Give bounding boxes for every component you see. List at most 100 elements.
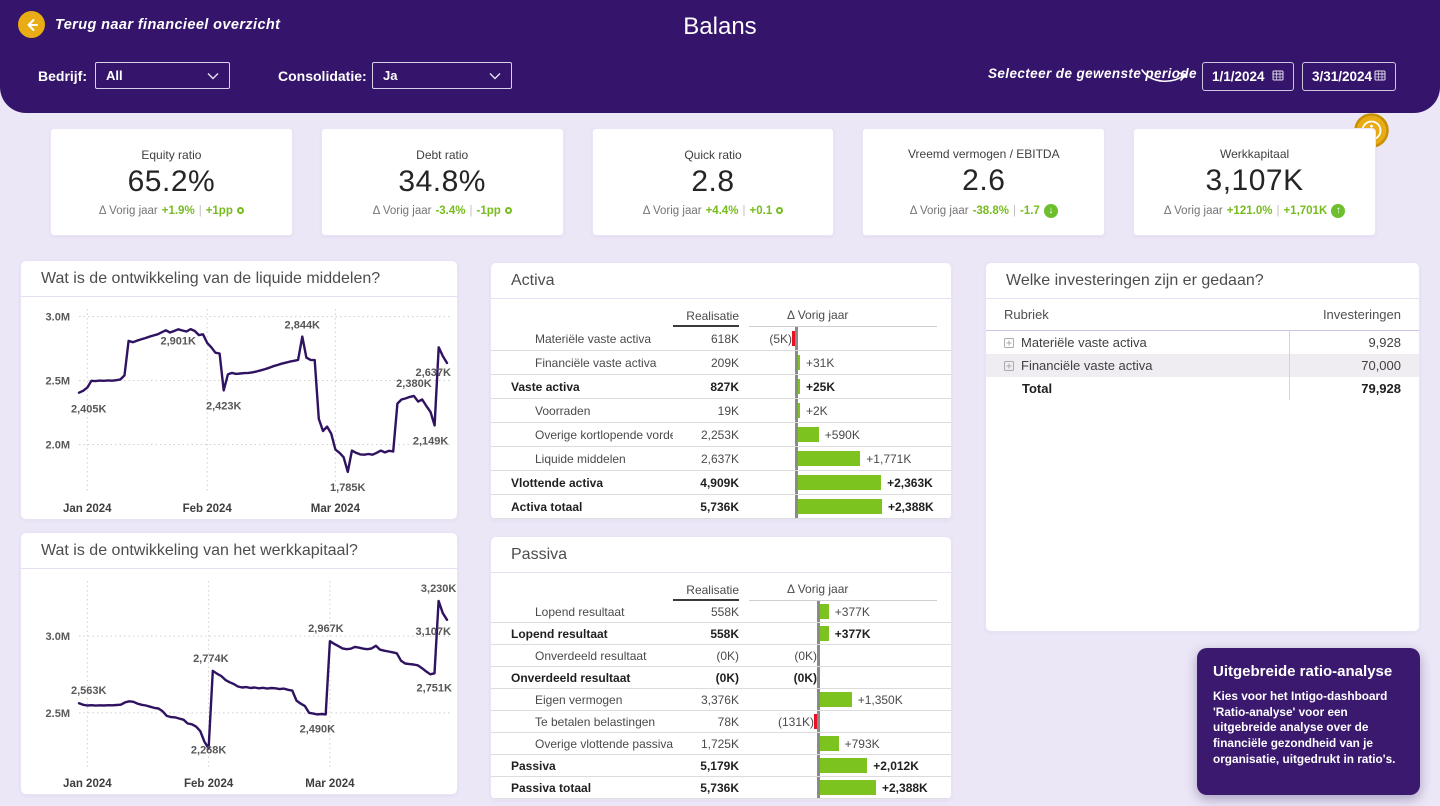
delta-bar	[798, 427, 819, 442]
calendar-icon	[1374, 69, 1386, 84]
svg-text:3,107K: 3,107K	[416, 626, 452, 638]
svg-text:2,405K: 2,405K	[71, 404, 107, 416]
invest-row[interactable]: Materiële vaste activa 9,928	[986, 331, 1419, 354]
row-label: Materiële vaste activa	[535, 331, 652, 346]
kpi-delta: Δ Vorig jaar +1.9% | +1pp	[99, 205, 244, 217]
liquidity-chart-title: Wat is de ontwikkeling van de liquide mi…	[21, 261, 457, 297]
table-row[interactable]: Materiële vaste activa 618K (5K)	[491, 327, 951, 351]
delta-value: +1,350K	[857, 692, 903, 707]
activa-title: Activa	[491, 263, 951, 299]
row-label: Overige kortlopende vordering...	[535, 427, 673, 442]
svg-text:2,844K: 2,844K	[285, 320, 321, 332]
bedrijf-dropdown[interactable]: All	[95, 62, 230, 89]
liquidity-chart-card: Wat is de ontwikkeling van de liquide mi…	[20, 260, 458, 520]
line-series	[77, 327, 449, 474]
table-header: Realisatie Δ Vorig jaar	[491, 575, 951, 601]
werkkapitaal-chart-card: Wat is de ontwikkeling van het werkkapit…	[20, 532, 458, 795]
ratio-analyse-tile[interactable]: Uitgebreide ratio-analyse Kies voor het …	[1197, 648, 1420, 795]
svg-text:1,785K: 1,785K	[330, 482, 366, 494]
row-label: Passiva totaal	[511, 780, 592, 795]
table-row[interactable]: Vaste activa 827K +25K	[491, 375, 951, 399]
table-row[interactable]: Lopend resultaat 558K +377K	[491, 623, 951, 645]
consolidatie-value: Ja	[383, 68, 398, 83]
svg-text:2,967K: 2,967K	[308, 623, 344, 635]
passiva-card: Passiva Realisatie Δ Vorig jaar Lopend r…	[490, 536, 952, 800]
svg-text:2,490K: 2,490K	[300, 723, 336, 735]
col-rubriek: Rubriek	[1004, 307, 1049, 322]
delta-bar	[798, 355, 800, 370]
table-row[interactable]: Liquide middelen 2,637K +1,771K	[491, 447, 951, 471]
table-row[interactable]: Overige vlottende passiva 1,725K +793K	[491, 733, 951, 755]
svg-text:Feb 2024: Feb 2024	[183, 503, 233, 515]
delta-value: +2,012K	[873, 758, 919, 773]
realisatie-value: 5,736K	[700, 780, 739, 795]
realisatie-value: (0K)	[716, 648, 739, 663]
table-row[interactable]: Lopend resultaat 558K +377K	[491, 601, 951, 623]
trend-ring-icon	[776, 207, 784, 214]
kpi-value: 65.2%	[127, 164, 216, 198]
table-row[interactable]: Financiële vaste activa 209K +31K	[491, 351, 951, 375]
table-row[interactable]: Overige kortlopende vordering... 2,253K …	[491, 423, 951, 447]
zero-axis	[817, 667, 820, 688]
zero-axis	[795, 327, 798, 350]
zero-axis	[817, 645, 820, 666]
svg-text:Jan 2024: Jan 2024	[63, 503, 112, 515]
kpi-value: 3,107K	[1205, 163, 1304, 197]
delta-value: +25K	[806, 379, 836, 394]
svg-text:3,230K: 3,230K	[421, 583, 457, 595]
svg-text:Jan 2024: Jan 2024	[63, 778, 112, 790]
kpi-title: Vreemd vermogen / EBITDA	[907, 146, 1060, 161]
period-start-value: 1/1/2024	[1212, 69, 1265, 84]
chevron-down-icon	[207, 68, 219, 83]
svg-text:2,268K: 2,268K	[191, 744, 227, 756]
row-label: Te betalen belastingen	[535, 714, 656, 729]
invest-row[interactable]: Financiële vaste activa 70,000	[986, 354, 1419, 377]
invest-row[interactable]: Total 79,928	[986, 377, 1419, 400]
svg-text:2.5M: 2.5M	[46, 376, 70, 388]
period-end-value: 3/31/2024	[1312, 69, 1373, 84]
realisatie-value: 209K	[710, 355, 739, 370]
row-label: Lopend resultaat	[511, 626, 608, 641]
delta-value: +377K	[834, 626, 871, 641]
expand-icon[interactable]	[1004, 337, 1014, 348]
delta-bar	[820, 736, 839, 751]
table-row[interactable]: Activa totaal 5,736K +2,388K	[491, 495, 951, 519]
period-start-input[interactable]: 1/1/2024	[1202, 62, 1294, 91]
kpi-value: 2.6	[962, 163, 1006, 197]
kpi-title: Werkkapitaal	[1220, 146, 1290, 161]
period-end-input[interactable]: 3/31/2024	[1302, 62, 1396, 91]
bedrijf-value: All	[106, 68, 123, 83]
table-row[interactable]: Eigen vermogen 3,376K +1,350K	[491, 689, 951, 711]
row-label: Vaste activa	[511, 379, 580, 394]
investeringen-header: Rubriek Investeringen	[986, 299, 1419, 331]
svg-text:2,423K: 2,423K	[206, 400, 242, 412]
delta-value: +2,388K	[888, 499, 934, 514]
table-row[interactable]: Vlottende activa 4,909K +2,363K	[491, 471, 951, 495]
delta-bar	[798, 403, 800, 418]
svg-text:2,149K: 2,149K	[413, 435, 449, 447]
activa-card: Activa Realisatie Δ Vorig jaar Materiële…	[490, 262, 952, 520]
svg-text:2,751K: 2,751K	[417, 682, 453, 694]
table-row[interactable]: Onverdeeld resultaat (0K) (0K)	[491, 667, 951, 689]
svg-text:3.0M: 3.0M	[46, 631, 70, 643]
kpi-delta: Δ Vorig jaar -38.8% | -1.7 ↓	[910, 203, 1058, 218]
trend-up-icon: ↑	[1331, 203, 1346, 218]
delta-value: +1,771K	[866, 451, 912, 466]
realisatie-value: (0K)	[715, 670, 739, 685]
table-row[interactable]: Voorraden 19K +2K	[491, 399, 951, 423]
table-row[interactable]: Te betalen belastingen 78K (131K)	[491, 711, 951, 733]
consolidatie-dropdown[interactable]: Ja	[372, 62, 512, 89]
svg-text:2,774K: 2,774K	[193, 653, 229, 665]
calendar-icon	[1272, 69, 1284, 84]
table-row[interactable]: Passiva 5,179K +2,012K	[491, 755, 951, 777]
expand-icon[interactable]	[1004, 360, 1014, 371]
row-label: Financiële vaste activa	[535, 355, 657, 370]
row-label: Onverdeeld resultaat	[511, 670, 631, 685]
ratio-analyse-body: Kies voor het Intigo-dashboard 'Ratio-an…	[1213, 689, 1396, 766]
investeringen-value: 70,000	[1289, 354, 1401, 377]
delta-bar	[798, 379, 800, 394]
table-row[interactable]: Onverdeeld resultaat (0K) (0K)	[491, 645, 951, 667]
delta-value: +793K	[844, 736, 880, 751]
svg-text:2.5M: 2.5M	[46, 708, 70, 720]
table-row[interactable]: Passiva totaal 5,736K +2,388K	[491, 777, 951, 799]
